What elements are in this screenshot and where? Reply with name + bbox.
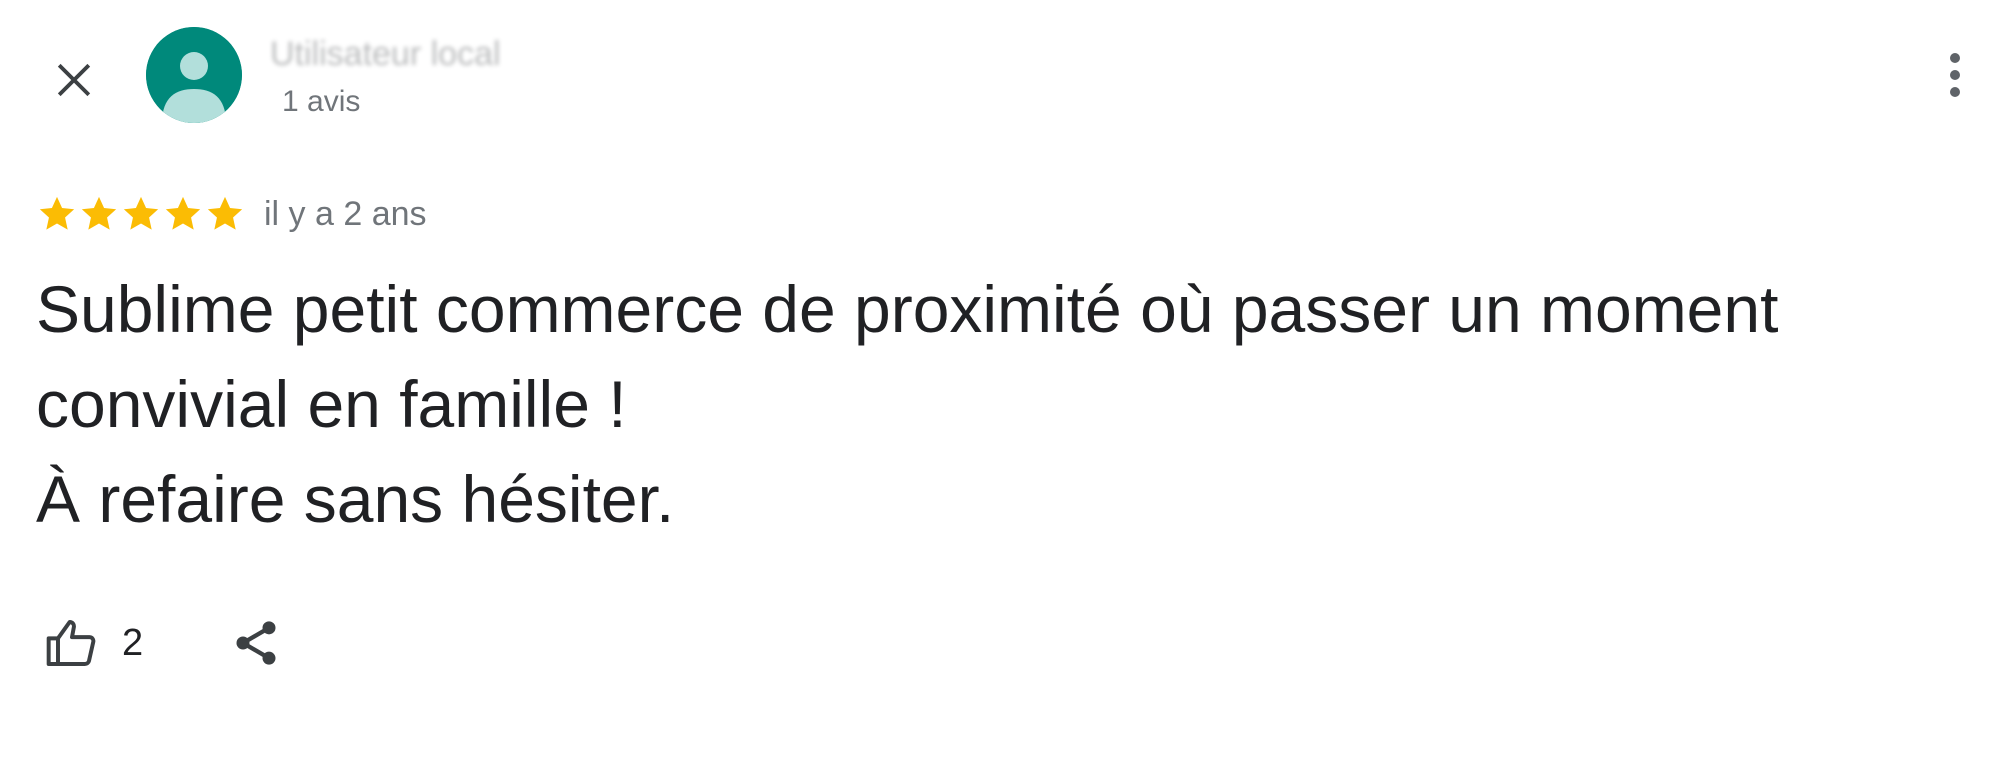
close-icon [57, 63, 91, 97]
share-icon [236, 621, 276, 665]
more-vert-icon [1950, 53, 1960, 97]
close-button[interactable] [38, 44, 110, 116]
star-icon [81, 196, 117, 230]
star-rating [36, 193, 246, 235]
star-icon [165, 196, 201, 230]
review-detail: Utilisateur local 1 avis il y a 2 ans Su… [0, 0, 2005, 769]
avatar[interactable] [146, 27, 242, 123]
like-count: 2 [122, 621, 144, 664]
thumb-up-icon [46, 620, 96, 666]
rating-row: il y a 2 ans [36, 190, 427, 238]
person-icon [146, 27, 242, 123]
like-button[interactable]: 2 [44, 608, 143, 678]
star-icon [207, 196, 243, 230]
more-options-button[interactable] [1930, 40, 1980, 110]
share-button[interactable] [226, 610, 286, 676]
star-icon [39, 196, 75, 230]
star-icon [123, 196, 159, 230]
reviewer-name[interactable]: Utilisateur local [270, 34, 510, 74]
review-date: il y a 2 ans [264, 195, 427, 233]
review-text: Sublime petit commerce de proximité où p… [36, 272, 1779, 536]
reviewer-review-count: 1 avis [282, 85, 361, 118]
